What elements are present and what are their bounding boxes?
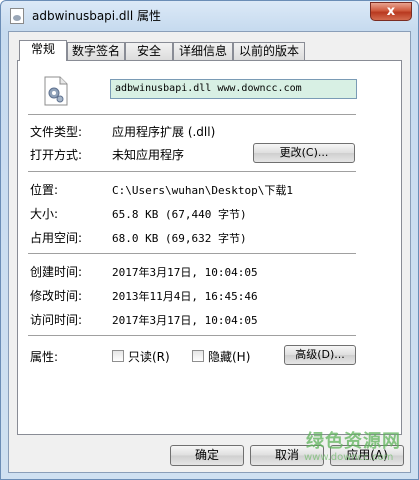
file-name-field[interactable]: adbwinusbapi.dll www.downcc.com (110, 79, 357, 99)
size-label: 大小: (30, 207, 59, 221)
readonly-label[interactable]: 只读(R) (128, 348, 170, 365)
location-label: 位置: (30, 183, 59, 197)
readonly-checkbox[interactable] (112, 350, 124, 362)
hidden-checkbox[interactable] (192, 350, 204, 362)
size-value: 65.8 KB (67,440 字节) (112, 208, 247, 221)
divider (28, 253, 356, 255)
file-type-label: 文件类型: (30, 125, 83, 139)
tab-details[interactable]: 详细信息 (173, 42, 233, 60)
accessed-label: 访问时间: (30, 313, 83, 327)
tab-general[interactable]: 常规 (19, 40, 67, 61)
close-button[interactable]: x (370, 2, 412, 21)
hidden-label[interactable]: 隐藏(H) (208, 348, 250, 365)
opens-with-value: 未知应用程序 (112, 148, 185, 162)
accessed-value: 2017年3月17日, 10:04:05 (112, 314, 258, 327)
opens-with-label: 打开方式: (30, 148, 83, 162)
window-title: adbwinusbapi.dll 属性 (32, 9, 162, 23)
file-type-value: 应用程序扩展 (.dll) (112, 125, 216, 139)
divider (28, 171, 356, 173)
properties-dialog: adbwinusbapi.dll 属性 x 常规 数字签名 安全 详细信息 以前… (0, 0, 419, 480)
size-on-disk-value: 68.0 KB (69,632 字节) (112, 232, 247, 245)
dll-file-icon (10, 8, 24, 24)
attributes-label: 属性: (30, 350, 59, 364)
divider (28, 114, 356, 116)
modified-value: 2013年11月4日, 16:45:46 (112, 290, 258, 303)
tab-previous-versions[interactable]: 以前的版本 (233, 42, 305, 60)
size-on-disk-label: 占用空间: (30, 231, 83, 245)
ok-button[interactable]: 确定 (170, 445, 244, 466)
advanced-button[interactable]: 高级(D)... (284, 345, 356, 365)
created-label: 创建时间: (30, 265, 83, 279)
location-value: C:\Users\wuhan\Desktop\下载1 (112, 184, 293, 197)
tab-security[interactable]: 安全 (125, 42, 173, 60)
change-button[interactable]: 更改(C)... (253, 143, 355, 163)
general-panel: adbwinusbapi.dll www.downcc.com 文件类型: 应用… (17, 60, 402, 435)
tab-digital-signatures[interactable]: 数字签名 (67, 42, 125, 60)
created-value: 2017年3月17日, 10:04:05 (112, 266, 258, 279)
watermark-logo: 绿色资源网 (306, 431, 401, 452)
modified-label: 修改时间: (30, 289, 83, 303)
dialog-client: 常规 数字签名 安全 详细信息 以前的版本 adbwinusbapi.dll w… (8, 31, 411, 473)
close-icon: x (386, 4, 396, 19)
dll-file-icon (44, 76, 68, 106)
watermark-url: www.downcc.com (304, 452, 394, 463)
divider (28, 335, 356, 337)
title-bar[interactable]: adbwinusbapi.dll 属性 x (1, 1, 418, 31)
